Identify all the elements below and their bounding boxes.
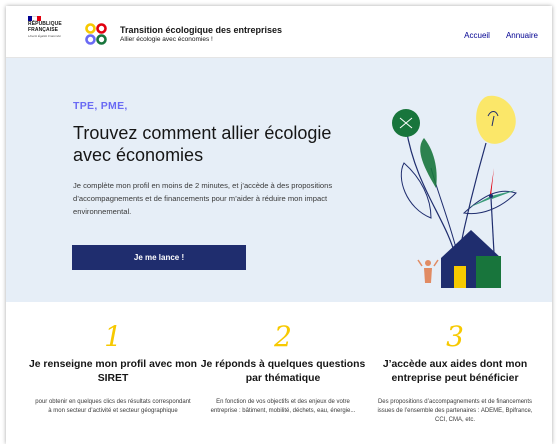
step-number: 2 (274, 320, 292, 353)
hero-kicker: TPE, PME, (73, 100, 128, 112)
step-title: J’accède aux aides dont mon entreprise p… (382, 359, 528, 384)
step-2: 2 Je réponds à quelques questions par th… (198, 302, 368, 416)
gov-name-line2: FRANÇAISE (28, 27, 59, 33)
step-text: En fonction de vos objectifs et des enje… (210, 399, 356, 414)
nav-link-accueil[interactable]: Accueil (464, 31, 490, 40)
site-title[interactable]: Transition écologique des entreprises (120, 25, 282, 35)
hero-description: Je complète mon profil en moins de 2 min… (73, 181, 333, 216)
step-number: 3 (446, 320, 464, 353)
step-number: 1 (104, 320, 122, 353)
site-header: RÉPUBLIQUE FRANÇAISE Liberté Égalité Fra… (6, 6, 552, 58)
site-logo-icon[interactable] (85, 23, 107, 45)
hero-section: TPE, PME, Trouvez comment allier écologi… (6, 58, 552, 302)
government-logo[interactable]: RÉPUBLIQUE FRANÇAISE Liberté Égalité Fra… (28, 16, 68, 39)
step-title: Je réponds à quelques questions par thém… (200, 359, 366, 384)
step-1: 1 Je renseigne mon profil avec mon SIRET… (28, 302, 198, 416)
start-button[interactable]: Je me lance ! (72, 245, 246, 270)
step-text: pour obtenir en quelques clics des résul… (35, 399, 191, 414)
steps-section: 1 Je renseigne mon profil avec mon SIRET… (6, 302, 552, 444)
gov-motto: Liberté Égalité Fraternité (28, 34, 61, 38)
step-title: Je renseigne mon profil avec mon SIRET (28, 359, 198, 384)
plant-house-wind-turbine-illustration (392, 95, 517, 288)
step-text: Des propositions d’accompagnements et de… (377, 399, 533, 423)
step-3: 3 J’accède aux aides dont mon entreprise… (370, 302, 540, 425)
main-nav: Accueil Annuaire (464, 31, 538, 40)
nav-link-annuaire[interactable]: Annuaire (506, 31, 538, 40)
hero-title: Trouvez comment allier écologie avec éco… (73, 123, 332, 165)
page: RÉPUBLIQUE FRANÇAISE Liberté Égalité Fra… (6, 6, 552, 444)
site-subtitle: Allier écologie avec économies ! (120, 36, 213, 43)
